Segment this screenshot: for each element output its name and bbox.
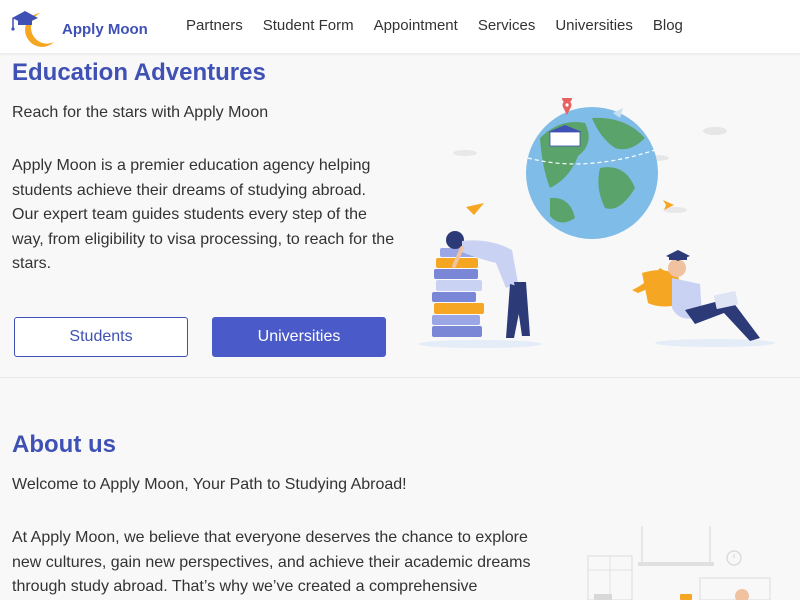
about-description: At Apply Moon, we believe that everyone … [12,529,531,595]
brand-name: Apply Moon [62,20,148,38]
hero-section: Education Adventures Reach for the stars… [0,53,800,378]
brand-link[interactable]: Apply Moon [10,6,148,50]
navbar: Apply Moon Partners Student Form Appoint… [0,0,800,53]
globe-students-illustration [418,98,775,348]
hero-title: Education Adventures [12,59,266,86]
about-welcome: Welcome to Apply Moon, Your Path to Stud… [12,476,407,493]
nav-link-blog[interactable]: Blog [643,17,693,34]
nav-link-universities[interactable]: Universities [545,17,643,34]
moon-graduation-cap-icon [11,11,54,47]
nav-link-partners[interactable]: Partners [176,17,253,34]
nav-link-services[interactable]: Services [468,17,546,34]
nav-link-student-form[interactable]: Student Form [253,17,364,34]
universities-button[interactable]: Universities [212,317,386,357]
nav-link-appointment[interactable]: Appointment [364,17,468,34]
nav-links: Partners Student Form Appointment Servic… [176,17,693,34]
office-illustration [587,526,771,600]
about-title: About us [12,431,116,458]
about-section: About us Welcome to Apply Moon, Your Pat… [0,378,800,600]
hero-tagline: Reach for the stars with Apply Moon [12,104,269,121]
students-button[interactable]: Students [14,317,188,357]
hero-description: Apply Moon is a premier education agency… [12,157,395,272]
